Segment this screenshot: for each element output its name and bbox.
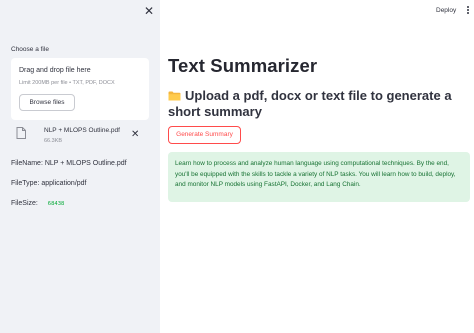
kebab-menu-icon[interactable]	[466, 5, 470, 17]
file-icon	[16, 127, 26, 139]
uploader-label: Choose a file	[11, 46, 49, 53]
app-root: ✕ Choose a file Drag and drop file here …	[0, 0, 474, 333]
generate-summary-button[interactable]: Generate Summary	[168, 126, 241, 144]
subheading-text: Upload a pdf, docx or text file to gener…	[168, 88, 452, 119]
uploaded-file-row: NLP + MLOPS Outline.pdf 66.3KB ✕	[16, 126, 150, 148]
summary-success-box: Learn how to process and analyze human l…	[168, 152, 470, 202]
filesize-label: FileSize:	[11, 200, 38, 207]
deploy-button[interactable]: Deploy	[436, 7, 456, 14]
summary-text: Learn how to process and analyze human l…	[175, 160, 456, 188]
remove-file-icon[interactable]: ✕	[131, 130, 139, 140]
close-icon[interactable]: ✕	[143, 5, 155, 17]
upload-subheading: Upload a pdf, docx or text file to gener…	[168, 88, 464, 120]
folder-icon	[168, 91, 181, 101]
page-title: Text Summarizer	[168, 55, 318, 76]
dropzone-title: Drag and drop file here	[19, 67, 91, 74]
dropzone-limit: Limit 200MB per file • TXT, PDF, DOCX	[19, 80, 115, 86]
filesize-line: FileSize: 68438	[11, 200, 67, 207]
filesize-value: 68438	[45, 201, 67, 207]
sidebar: ✕ Choose a file Drag and drop file here …	[0, 0, 160, 333]
uploaded-file-name: NLP + MLOPS Outline.pdf	[44, 127, 120, 134]
browse-files-button[interactable]: Browse files	[19, 94, 75, 111]
filename-line: FileName: NLP + MLOPS Outline.pdf	[11, 160, 127, 167]
filetype-line: FileType: application/pdf	[11, 180, 87, 187]
file-dropzone[interactable]: Drag and drop file here Limit 200MB per …	[11, 58, 149, 120]
uploaded-file-size: 66.3KB	[44, 138, 63, 144]
